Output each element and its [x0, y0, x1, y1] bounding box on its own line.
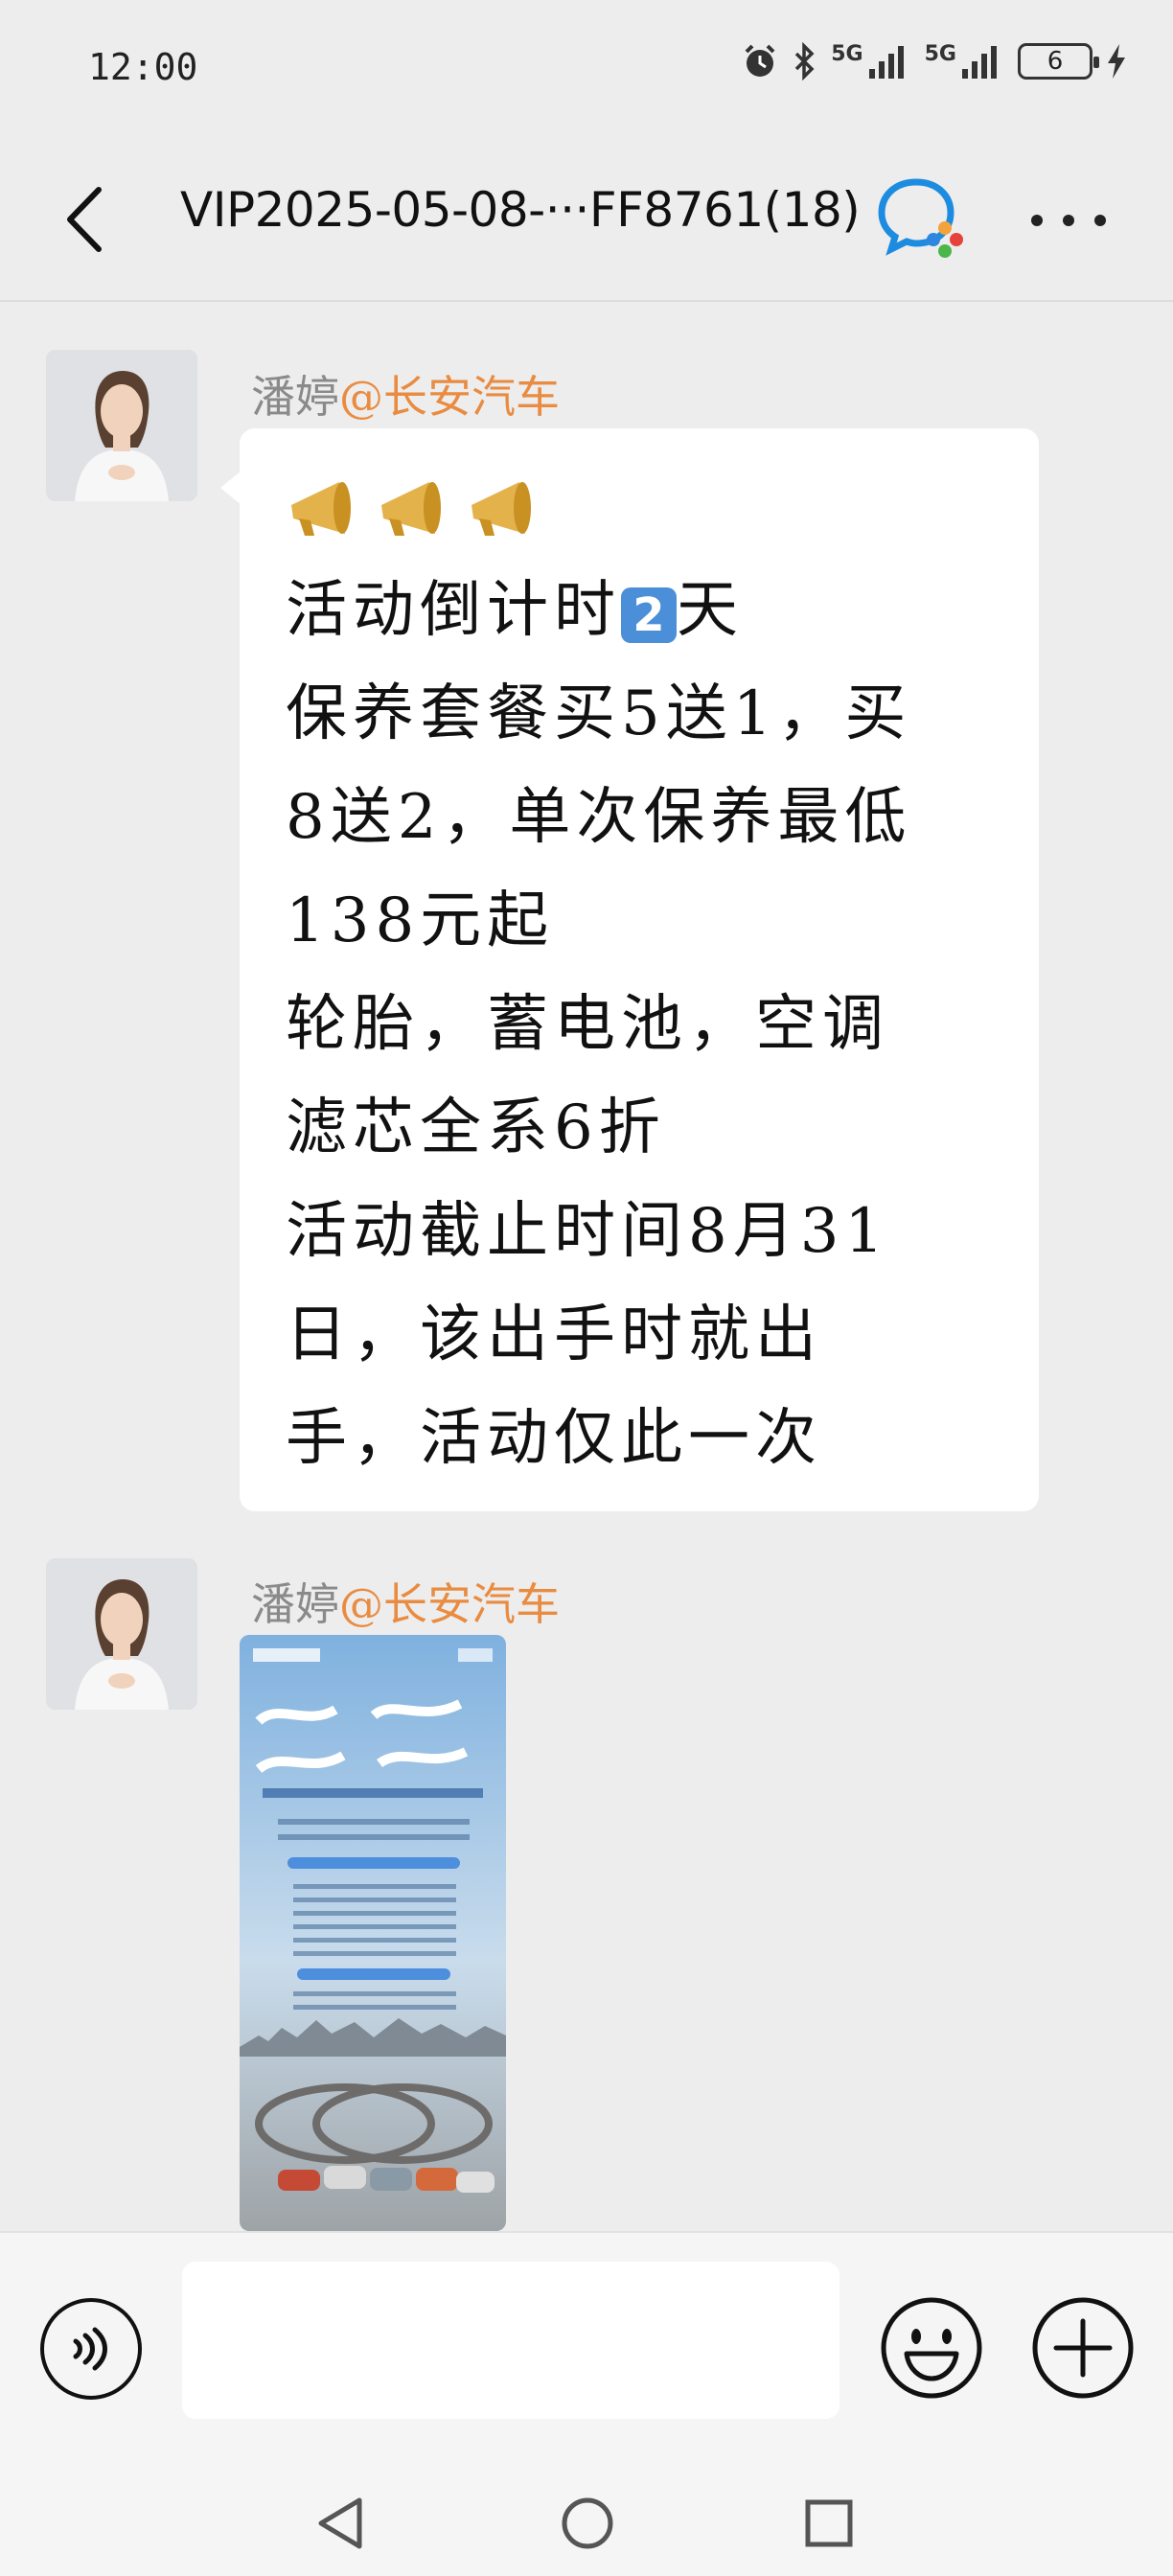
nav-back-button[interactable]	[307, 2490, 374, 2557]
message-input[interactable]	[182, 2262, 840, 2419]
charging-icon	[1108, 44, 1125, 79]
keycap-2-icon: 2	[621, 586, 677, 643]
message-line: 保养套餐买5送1，买	[286, 678, 912, 749]
status-time: 12:00	[88, 46, 198, 88]
status-bar: 12:00 5G 5G 6	[0, 0, 1173, 134]
square-recents-icon	[805, 2499, 853, 2547]
chat-header: VIP2025-05-08-···FF8761(18)	[0, 134, 1173, 302]
message-line: 日，该出手时就出	[286, 1300, 822, 1370]
more-dot-icon	[1063, 215, 1074, 226]
message-bubble[interactable]: 活动倒计时 2 天 保养套餐买5送1，买 8送2，单次保养最低 138元起 轮胎，蓄…	[220, 428, 1039, 1511]
network-label-2: 5G	[924, 42, 956, 66]
avatar[interactable]	[46, 1558, 197, 1710]
message-line: 8送2，单次保养最低	[286, 782, 912, 853]
message-line: 活动截止时间8月31	[286, 1196, 890, 1267]
message-line: 轮胎，蓄电池，空调	[286, 989, 889, 1060]
input-bar	[0, 2231, 1173, 2461]
plus-icon[interactable]	[1031, 2296, 1135, 2400]
sender-company: @长安汽车	[339, 1578, 560, 1630]
message-line: 138元起	[286, 886, 555, 956]
avatar-photo	[46, 1558, 197, 1710]
megaphone-icon	[381, 482, 441, 536]
avatar-photo	[46, 350, 197, 501]
battery-icon: 6	[1018, 43, 1099, 80]
image-message[interactable]	[240, 1635, 506, 2231]
sender-name: 潘婷@长安汽车	[251, 1570, 560, 1633]
battery-level: 6	[1046, 47, 1064, 76]
nav-home-button[interactable]	[554, 2490, 621, 2557]
system-nav-bar	[0, 2461, 1173, 2576]
voice-icon	[73, 2327, 107, 2371]
signal-icon-1: 5G	[831, 42, 910, 80]
more-button[interactable]	[1025, 192, 1112, 249]
chevron-left-icon	[67, 187, 102, 252]
alarm-icon	[745, 44, 775, 77]
chat-title: VIP2025-05-08-···FF8761(18)	[180, 182, 861, 238]
megaphone-row	[286, 463, 995, 559]
megaphone-icon	[472, 482, 531, 536]
circle-home-icon	[562, 2497, 613, 2549]
megaphone-icon	[291, 482, 351, 536]
sender-person: 潘婷	[251, 1578, 339, 1630]
sender-company: @长安汽车	[339, 371, 560, 423]
nav-recents-button[interactable]	[795, 2490, 862, 2557]
message-line: 滤芯全系6折	[286, 1092, 666, 1163]
promo-poster-image	[240, 1635, 506, 2231]
voice-input-button[interactable]	[40, 2298, 142, 2400]
emoji-icon[interactable]	[880, 2296, 983, 2400]
message-text: 活动倒计时	[286, 575, 621, 646]
message-line: 活动倒计时 2 天	[286, 559, 995, 662]
wecom-icon[interactable]	[878, 172, 966, 261]
sender-name: 潘婷@长安汽车	[251, 362, 560, 426]
back-button[interactable]	[50, 176, 117, 263]
sender-person: 潘婷	[251, 371, 339, 423]
bluetooth-icon	[795, 42, 815, 80]
message-line: 手，活动仅此一次	[286, 1403, 822, 1474]
more-dot-icon	[1094, 215, 1106, 226]
triangle-back-icon	[318, 2497, 362, 2549]
signal-icon-2: 5G	[925, 42, 1004, 80]
status-icons: 5G 5G 6	[741, 42, 1127, 80]
avatar[interactable]	[46, 350, 197, 501]
network-label-1: 5G	[831, 42, 863, 66]
more-dot-icon	[1031, 215, 1043, 226]
message-text: 天	[677, 575, 744, 646]
